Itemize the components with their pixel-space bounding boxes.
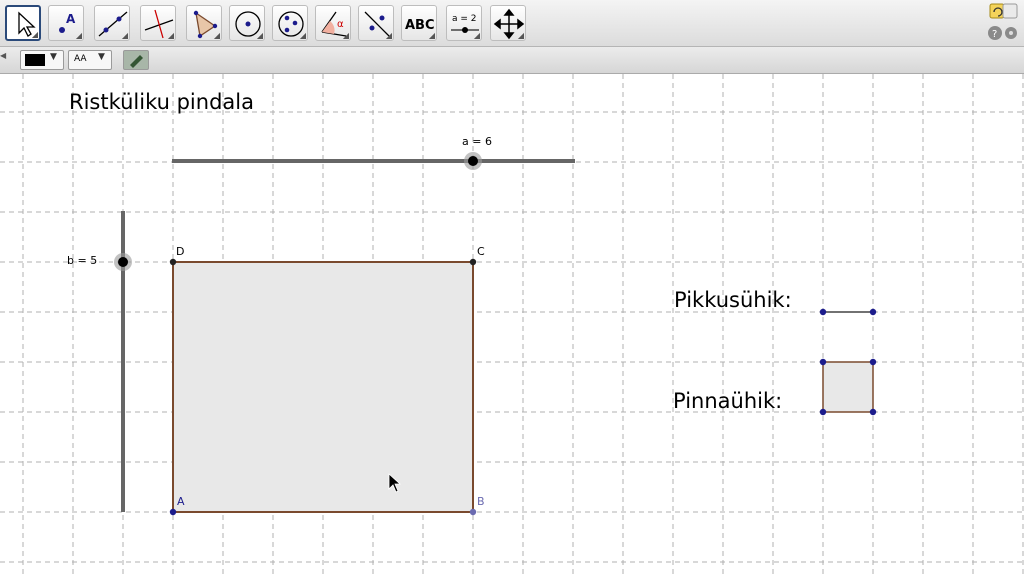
chevron-down-icon: ▼ bbox=[50, 52, 57, 62]
area-unit-label: Pinnaühik: bbox=[673, 389, 783, 413]
point-b[interactable] bbox=[469, 508, 477, 516]
slider-tool-text: a = 2 bbox=[452, 14, 477, 24]
color-swatch bbox=[25, 54, 45, 66]
undo-icon[interactable] bbox=[989, 3, 1005, 19]
text-size-button[interactable]: AA ▼ bbox=[68, 50, 112, 70]
circle-tool-button[interactable]: ◢ bbox=[229, 5, 265, 41]
text-size-label: AA bbox=[74, 54, 87, 64]
graphics-view[interactable]: Ristküliku pindala a = 6 b = 5 A B C D P… bbox=[0, 74, 1024, 576]
slider-a-label: a = 6 bbox=[462, 135, 492, 148]
dropdown-arrow-icon: ◢ bbox=[299, 31, 306, 40]
toolbar: ◢ A ◢ ◢ ◢ ◢ ◢ ◢ α ◢ ◢ ABC ◢ a = 2 ◢ ◢ ? bbox=[0, 0, 1024, 47]
slider-b-knob[interactable] bbox=[114, 253, 132, 271]
length-unit-point-end[interactable] bbox=[869, 308, 877, 316]
dropdown-arrow-icon: ◢ bbox=[517, 31, 524, 40]
line-tool-button[interactable]: ◢ bbox=[94, 5, 130, 41]
area-unit-point[interactable] bbox=[819, 408, 827, 416]
length-unit-point-start[interactable] bbox=[819, 308, 827, 316]
dropdown-arrow-icon: ◢ bbox=[121, 31, 128, 40]
graphics-toggle-button[interactable] bbox=[123, 50, 149, 70]
slider-b-label: b = 5 bbox=[67, 254, 98, 267]
dropdown-arrow-icon: ◢ bbox=[428, 31, 435, 40]
text-tool-button[interactable]: ABC ◢ bbox=[401, 5, 437, 41]
point-a[interactable] bbox=[169, 508, 177, 516]
chevron-down-icon: ▼ bbox=[98, 52, 105, 62]
point-tool-text: A bbox=[66, 12, 76, 26]
redo-icon[interactable] bbox=[1002, 3, 1018, 19]
perpendicular-line-tool-button[interactable]: ◢ bbox=[140, 5, 176, 41]
dropdown-arrow-icon: ◢ bbox=[167, 31, 174, 40]
rectangle-abcd[interactable] bbox=[172, 261, 474, 513]
conic-tool-button[interactable]: ◢ bbox=[272, 5, 308, 41]
grid-drawing bbox=[0, 74, 1024, 576]
grid bbox=[0, 74, 1024, 576]
area-unit-point[interactable] bbox=[819, 358, 827, 366]
window-controls: ? bbox=[988, 2, 1018, 44]
move-graphics-view-tool-button[interactable]: ◢ bbox=[490, 5, 526, 41]
dropdown-arrow-icon: ◢ bbox=[256, 31, 263, 40]
gear-icon[interactable] bbox=[1005, 27, 1017, 39]
slider-tool-button[interactable]: a = 2 ◢ bbox=[446, 5, 482, 41]
point-b-label: B bbox=[477, 495, 485, 508]
angle-tool-button[interactable]: α ◢ bbox=[315, 5, 351, 41]
dropdown-arrow-icon: ◢ bbox=[342, 31, 349, 40]
area-unit-point[interactable] bbox=[869, 408, 877, 416]
help-icon[interactable]: ? bbox=[988, 26, 1002, 40]
point-c-label: C bbox=[477, 245, 485, 258]
slider-a-knob[interactable] bbox=[464, 152, 482, 170]
point-d[interactable] bbox=[169, 258, 177, 266]
point-tool-button[interactable]: A ◢ bbox=[48, 5, 84, 41]
pen-icon bbox=[130, 55, 143, 68]
point-c[interactable] bbox=[469, 258, 477, 266]
point-a-label: A bbox=[177, 495, 185, 508]
polygon-tool-button[interactable]: ◢ bbox=[186, 5, 222, 41]
angle-tool-text: α bbox=[337, 19, 344, 30]
dropdown-arrow-icon: ◢ bbox=[213, 31, 220, 40]
dropdown-arrow-icon: ◢ bbox=[75, 31, 82, 40]
area-unit-point[interactable] bbox=[869, 358, 877, 366]
color-button[interactable]: ▼ bbox=[20, 50, 64, 70]
point-d-label: D bbox=[176, 245, 185, 258]
style-bar: ◀ ▼ AA ▼ bbox=[0, 47, 1024, 74]
dropdown-arrow-icon: ◢ bbox=[31, 30, 38, 39]
area-unit-square[interactable] bbox=[822, 361, 874, 413]
svg-text:?: ? bbox=[992, 29, 997, 40]
dropdown-arrow-icon: ◢ bbox=[473, 31, 480, 40]
length-unit-label: Pikkusühik: bbox=[674, 288, 792, 312]
reflect-tool-button[interactable]: ◢ bbox=[358, 5, 394, 41]
move-tool-button[interactable]: ◢ bbox=[5, 5, 41, 41]
dropdown-arrow-icon: ◢ bbox=[385, 31, 392, 40]
toggle-stylebar-icon[interactable]: ◀ bbox=[0, 51, 6, 60]
page-title: Ristküliku pindala bbox=[69, 90, 254, 114]
